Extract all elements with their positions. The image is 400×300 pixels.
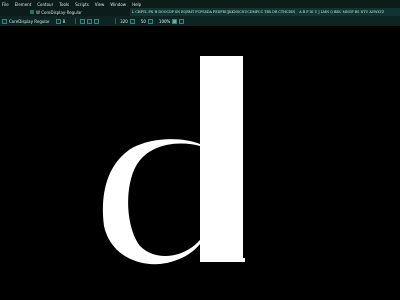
size-icon [55,18,61,24]
tool-select-icon[interactable] [87,18,93,24]
document-tab-label[interactable]: W CoreDisplay-Regular [36,10,82,15]
menu-help[interactable]: Help [132,2,141,7]
font-selector[interactable]: CoreDisplay Regular [2,18,50,24]
menu-view[interactable]: View [95,2,105,7]
glyph-foot [200,258,245,262]
size-value-2: 320 [120,18,128,24]
toolbar-separator [75,18,77,24]
size-field-2[interactable]: 320 [120,18,135,24]
glyph-strip-text-1: L CHFYL PN H DOOCDP SN EQRMT FCFSSDA FED… [132,10,296,14]
zoom-value: 100% [158,18,171,24]
font-icon [2,18,7,24]
size-value-1: 8 [62,18,66,24]
fill-preview-icon[interactable] [172,18,178,24]
tool-node-icon[interactable] [94,18,100,24]
document-icon [30,10,34,14]
font-name: CoreDisplay Regular [9,18,50,24]
eye-icon[interactable] [179,18,185,24]
menu-tools[interactable]: Tools [59,2,69,7]
size-field-1[interactable]: 8 [55,18,66,24]
glyph-canvas[interactable] [0,26,400,300]
document-tab-bar: W CoreDisplay-Regular [0,8,130,16]
menu-bar: File Element Contour Tools Scripts View … [0,0,400,8]
toolbar-separator [115,18,117,24]
toolbar: CoreDisplay Regular 8 320 50 100% [0,16,400,26]
size-value-3: 50 [140,18,146,24]
grid-icon [147,18,153,24]
menu-file[interactable]: File [2,2,9,7]
glyph-top [200,56,243,59]
menu-window[interactable]: Window [110,2,126,7]
tool-pen-icon[interactable] [80,18,86,24]
menu-scripts[interactable]: Scripts [75,2,89,7]
size-field-3[interactable]: 50 [140,18,153,24]
glyph-d-outline [102,56,245,265]
menu-element[interactable]: Element [15,2,32,7]
glyph-strip-text-2: A B F DI U J LMN Q BBC MNOP RS NTU AVWXY… [299,10,385,14]
layers-icon [129,18,135,24]
glyph-strip[interactable]: L CHFYL PN H DOOCDP SN EQRMT FCFSSDA FED… [130,8,400,16]
glyph-stem [200,56,243,262]
zoom-field[interactable]: 100% [158,18,185,24]
menu-contour[interactable]: Contour [37,2,53,7]
